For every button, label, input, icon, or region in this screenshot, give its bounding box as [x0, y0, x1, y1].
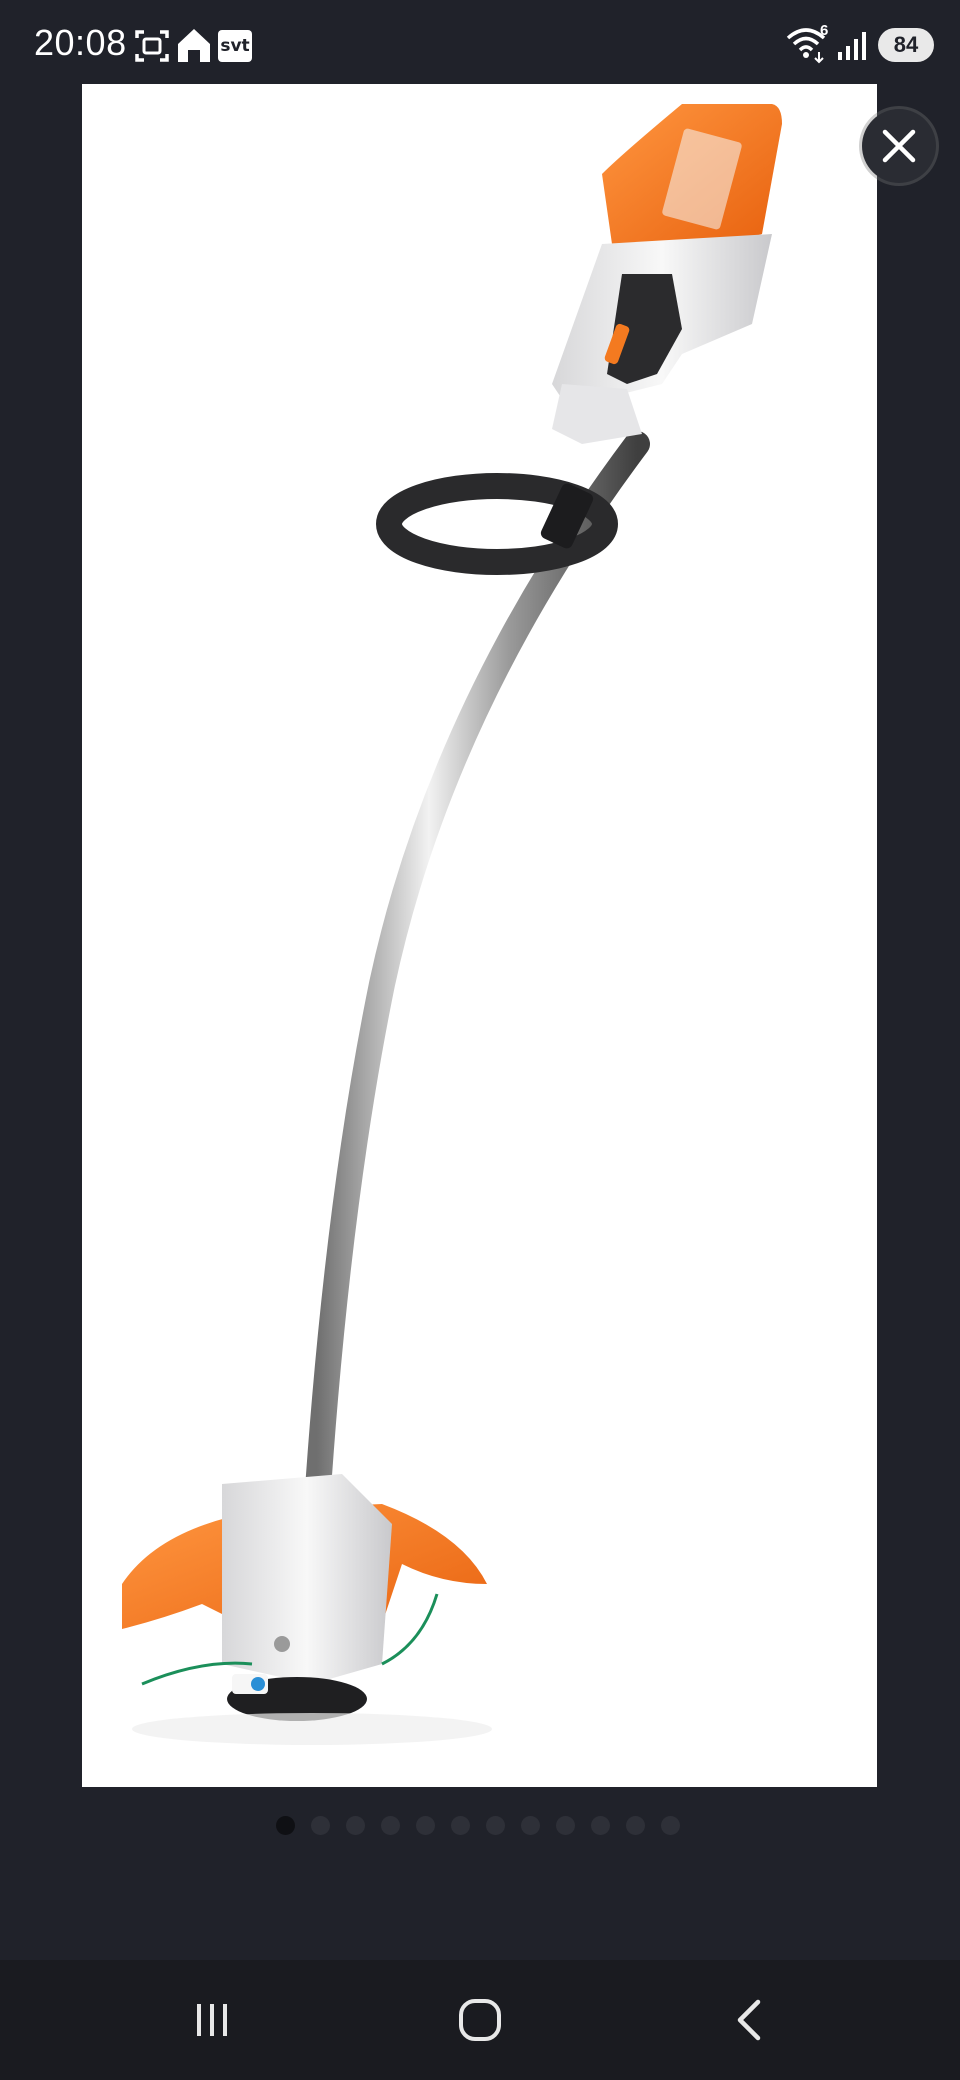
- close-button[interactable]: [862, 109, 936, 183]
- image-viewer[interactable]: [82, 84, 877, 1787]
- image-pager: [276, 1814, 680, 1836]
- close-icon: [882, 129, 916, 163]
- recent-apps-icon: [197, 2004, 227, 2036]
- home-button[interactable]: [440, 1990, 520, 2050]
- pager-dot[interactable]: [591, 1815, 610, 1835]
- back-icon: [737, 1999, 761, 2041]
- back-button[interactable]: [710, 1990, 790, 2050]
- string-trimmer-image: [122, 104, 782, 1745]
- pager-dot[interactable]: [626, 1815, 645, 1835]
- recent-apps-button[interactable]: [172, 1990, 252, 2050]
- home-app-icon: [178, 29, 210, 62]
- svt-app-icon: svt: [218, 30, 252, 62]
- status-bar: 20:08 svt 6 84: [0, 0, 960, 88]
- pager-dot[interactable]: [416, 1815, 435, 1835]
- pager-dot[interactable]: [311, 1815, 330, 1835]
- clock: 20:08: [34, 22, 127, 63]
- pager-dot[interactable]: [451, 1815, 470, 1835]
- home-icon: [459, 1999, 501, 2041]
- signal-icon: [838, 32, 866, 60]
- pager-dot[interactable]: [661, 1815, 680, 1835]
- pager-dot[interactable]: [276, 1815, 295, 1835]
- screenshot-icon: [135, 30, 169, 62]
- pager-dot[interactable]: [381, 1815, 400, 1835]
- pager-dot[interactable]: [346, 1815, 365, 1835]
- pager-dot[interactable]: [521, 1815, 540, 1835]
- pager-dot[interactable]: [556, 1815, 575, 1835]
- pager-dot[interactable]: [486, 1815, 505, 1835]
- navigation-bar: [0, 1960, 960, 2080]
- battery-indicator: 84: [878, 28, 934, 62]
- wifi-generation-label: 6: [820, 22, 829, 39]
